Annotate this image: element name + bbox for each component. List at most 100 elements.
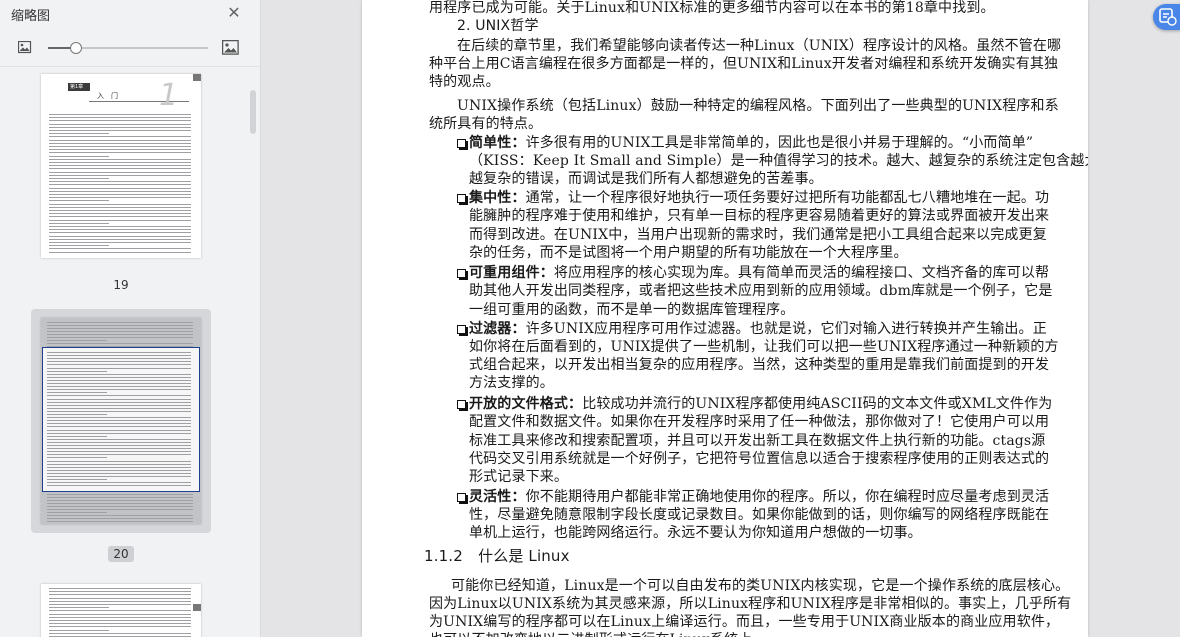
- thumbnail-text-line: [49, 216, 191, 218]
- thumbnail-text-line: [49, 142, 191, 144]
- thumbnail-text-line: [47, 386, 191, 388]
- thumbnail-text-line: [49, 139, 191, 141]
- page-text-line: 可能你已经知道，Linux是一个可以自由发布的类UNIX内核实现，它是一个操作系…: [451, 578, 1070, 594]
- bullet-item-line: 可重用组件：将应用程序的核心实现为库。具有简单而灵活的编程接口、文档齐备的库可以…: [469, 265, 1050, 281]
- thumbnail-text-line: [49, 613, 191, 615]
- thumbnail-text-line: [49, 235, 191, 237]
- thumbnail-text-line: [47, 358, 191, 360]
- thumbnail-panel: 缩略图 ✕ 第1章 入 门 1 19 20: [0, 0, 261, 637]
- thumbnail-page-image: [41, 584, 201, 637]
- page-text-line: 如你将在后面看到的，UNIX提供了一些机制，让我们可以把一些UNIX程序通过一种…: [469, 339, 1059, 355]
- thumbnail-text-line: [49, 155, 109, 157]
- bullet-icon: [457, 493, 468, 504]
- bullet-icon: [457, 194, 468, 205]
- thumbnail-text-line: [49, 620, 191, 621]
- section-heading: 1.1.2 什么是 Linux: [424, 547, 570, 565]
- thumbnail-text-line: [49, 632, 191, 634]
- bullet-item-line: 简单性：许多很有用的UNIX工具是非常简单的，因此也是很小并易于理解的。“小而简…: [469, 135, 1034, 151]
- bullet-keyword: 集中性：: [469, 190, 526, 206]
- thumbnail-text-line: [47, 518, 193, 519]
- thumbnail-text-line: [49, 171, 191, 173]
- thumbnail-text-line: [49, 152, 191, 154]
- page-text-line: 一组可重用的函数，而不是单一的数据库管理程序。: [469, 302, 795, 318]
- thumbnail-text-line: [49, 245, 109, 247]
- page-text-line: 特的观点。: [429, 74, 500, 90]
- thumbnail-text-line: [49, 181, 191, 183]
- thumbnail-text-line: [47, 466, 191, 468]
- thumbnail-page-number: 20: [108, 546, 134, 562]
- translate-button[interactable]: [1153, 4, 1180, 30]
- bullet-item-line: 过滤器：许多UNIX应用程序可用作过滤器。也就是说，它们对输入进行转换并产生输出…: [469, 321, 1047, 337]
- bullet-item-line: 集中性：通常，让一个程序很好地执行一项任务要好过把所有功能都乱七八糟地堆在一起。…: [469, 190, 1050, 206]
- thumbnail-text-line: [49, 629, 109, 631]
- bullet-icon: [457, 139, 468, 150]
- thumbnail-text-line: [47, 379, 191, 381]
- bullet-keyword: 可重用组件：: [469, 265, 554, 281]
- page-text-line: 2. UNIX哲学: [457, 18, 539, 34]
- thumbnail-text-line: [49, 232, 191, 234]
- thumbnail-text-line: [49, 594, 191, 596]
- thumbnail-text-line: [47, 337, 193, 338]
- bullet-icon: [457, 325, 468, 336]
- thumbnail-text-line: [49, 251, 191, 253]
- thumbnail-text-line: [49, 187, 191, 189]
- thumbnail-text-line: [47, 506, 193, 507]
- thumbnail-text-line: [47, 367, 191, 369]
- thumbnail-text-line: [47, 364, 191, 366]
- thumbnail-text-line: [49, 222, 109, 224]
- thumbnail-text-line: [47, 435, 107, 437]
- page-text-line: （KISS：Keep It Small and Simple）是一种值得学习的技…: [469, 153, 1088, 169]
- page-text-line: 种平台上用C语言编程在很多方面都是一样的，但UNIX和Linux开发者对编程和系…: [429, 56, 1059, 72]
- thumbnail-chapter-tag: 第1章: [70, 84, 84, 90]
- page-text-line: 形式记录下来。: [469, 469, 569, 485]
- thumbnail-19[interactable]: 第1章 入 门 1 19: [31, 66, 211, 292]
- image-large-icon[interactable]: [222, 40, 239, 55]
- thumbnail-text-line: [49, 146, 191, 147]
- page-text-line: 单机上运行，也能跨网络运行。永远不要认为你知道用户想做的一切事。: [469, 525, 922, 541]
- thumbnail-text-line: [49, 133, 109, 135]
- thumbnail-text-line: [47, 343, 193, 344]
- thumbnail-20[interactable]: [31, 309, 211, 533]
- thumbnail-text-line: [47, 515, 193, 516]
- thumbnail-21[interactable]: [31, 574, 211, 637]
- thumbnail-text-line: [47, 472, 191, 474]
- image-small-icon[interactable]: [18, 41, 32, 54]
- thumbnail-text-line: [47, 494, 193, 495]
- thumbnail-text-line: [49, 607, 109, 609]
- page-text-line: 越复杂的错误，而调试是我们所有人都想避免的苦差事。: [469, 171, 823, 187]
- thumbnail-text-line: [47, 383, 191, 384]
- page-text-line: 能臃肿的程序难于使用和维护，只有单一目标的程序更容易随着更好的算法或界面被开发出…: [469, 208, 1050, 224]
- zoom-slider[interactable]: [48, 42, 208, 54]
- thumbnail-text-line: [49, 136, 191, 138]
- thumbnail-text-line: [49, 130, 191, 131]
- page-text-line: 代码交叉引用系统就是一个好例子，它把符号位置信息以适合于搜索程序使用的正则表达式…: [469, 451, 1050, 467]
- thumbnail-text-line: [47, 389, 191, 391]
- thumbnail-text-line: [47, 503, 193, 504]
- thumbnail-text-line: [47, 457, 107, 459]
- thumbnail-text-line: [49, 120, 191, 122]
- bullet-keyword: 简单性：: [469, 135, 526, 151]
- thumbnail-text-line: [49, 197, 191, 199]
- thumbnail-page-number: 19: [113, 278, 129, 292]
- thumbnail-text-line: [47, 448, 191, 450]
- thumbnail-text-line: [47, 463, 191, 465]
- page-text-line: 性，尽量避免随意限制字段长度或记录数目。如果你能做到的话，则你编写的网络程序既能…: [469, 507, 1050, 523]
- zoom-slider-handle[interactable]: [70, 42, 83, 54]
- thumbnail-text-line: [49, 194, 191, 195]
- thumbnail-text-line: [49, 626, 191, 628]
- thumbnail-text-line: [49, 178, 109, 179]
- thumbnail-text-line: [49, 591, 191, 593]
- thumbnail-text-line: [47, 404, 191, 406]
- page-text-line: 而得到改进。在UNIX中，当用户出现新的需求时，我们通常是把小工具组合起来以完成…: [469, 227, 1047, 243]
- thumbnail-text-line: [47, 361, 191, 363]
- bullet-keyword: 开放的文件格式：: [469, 396, 583, 412]
- panel-scrollbar[interactable]: [250, 90, 256, 134]
- thumbnail-text-line: [49, 158, 191, 160]
- thumbnail-text-line: [47, 521, 193, 522]
- page-text-line: 用程序已成为可能。关于Linux和UNIX标准的更多细节内容可以在本书的第18章…: [429, 0, 995, 16]
- page-text-line: 标准工具来修改和搜索配置项，并且可以开发出新工具在数据文件上执行新的功能。cta…: [469, 433, 1046, 449]
- thumbnail-text-line: [47, 370, 107, 372]
- close-icon[interactable]: ✕: [226, 5, 242, 21]
- thumbnail-page-image: 第1章 入 门 1: [41, 74, 201, 258]
- thumbnail-text-line: [49, 213, 191, 215]
